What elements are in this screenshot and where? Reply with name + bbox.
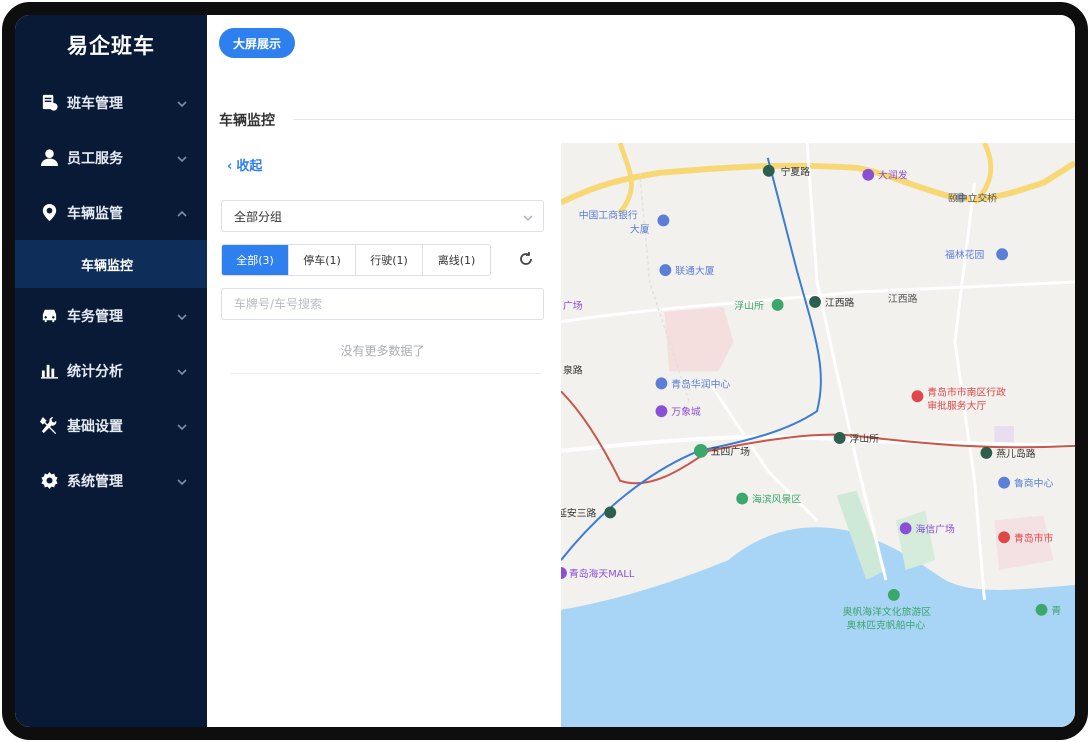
map-label: 广场 [563,299,583,312]
sidebar-item-label: 车辆监管 [67,205,123,222]
chevron-down-icon [177,310,187,320]
map-label: 五四广场 [711,445,750,458]
chevron-down-icon [177,97,187,107]
map-label: 泉路 [563,363,583,376]
map-label: 大润发 [878,169,908,182]
list-divider [231,373,541,374]
chevron-down-icon [177,152,187,162]
map-label: 鲁商中心 [1014,477,1053,490]
map-label: 青岛华润中心 [671,377,730,390]
gear-icon [39,471,59,491]
chevron-down-icon [523,212,533,226]
map-label: 颐中立交桥 [948,192,997,205]
location-pin-icon [39,203,59,223]
chevron-down-icon [177,365,187,375]
status-tabs: 全部(3) 停车(1) 行驶(1) 离线(1) [221,244,491,276]
map-label: 联通大厦 [675,264,714,277]
big-screen-button[interactable]: 大屏展示 [219,28,295,58]
wrench-icon [39,416,59,436]
screen: 易企班车 班车管理 员工服务 车辆监管 车辆监控 车务管理 统计分析 基础设置 … [15,15,1075,727]
chevron-down-icon [177,420,187,430]
user-icon [39,148,59,168]
map-label: 江西路 [888,292,918,305]
map-label: 延安三路 [561,506,597,519]
chevron-left-icon: ‹ [227,159,233,174]
map-label: 燕儿岛路 [996,447,1035,460]
map-label: 中国工商银行 [579,208,638,221]
group-select-value: 全部分组 [234,209,283,224]
sidebar-item-vehicle-supervision[interactable]: 车辆监管 [15,185,207,240]
map-label: 海信广场 [915,522,954,535]
status-tabs-row: 全部(3) 停车(1) 行驶(1) 离线(1) [221,244,551,276]
map-label: 大厦 [630,222,650,235]
collapse-label: 收起 [236,159,263,174]
map-label: 浮山所 [734,300,764,312]
sidebar-item-employee-service[interactable]: 员工服务 [15,130,207,185]
sidebar-item-label: 统计分析 [67,363,123,380]
map-label: 海滨风景区 [752,492,801,505]
car-icon [39,306,59,326]
map-canvas[interactable]: 宁夏路 大润发 中国工商银行 大厦 颐中立交桥 福林花园 联通大厦 广场 浮山所… [561,143,1075,727]
empty-list-text: 没有更多数据了 [340,344,425,358]
map-label: 青岛市市 [1014,531,1053,544]
map-label: 青 [1051,604,1061,617]
sidebar-item-label: 班车管理 [67,95,123,112]
map-label: 宁夏路 [781,165,811,178]
sidebar-item-fleet-management[interactable]: 车务管理 [15,288,207,343]
map-label: 奥帆海洋文化旅游区 [843,605,932,618]
map-label: 浮山所 [850,433,880,445]
sidebar-item-label: 系统管理 [67,473,123,490]
sidebar-item-system-management[interactable]: 系统管理 [15,453,207,508]
map-label: 江西路 [825,296,855,309]
sidebar: 易企班车 班车管理 员工服务 车辆监管 车辆监控 车务管理 统计分析 基础设置 … [15,15,207,727]
group-select[interactable]: 全部分组 [221,200,544,232]
bus-doc-icon [39,93,59,113]
sidebar-subitem-vehicle-monitoring[interactable]: 车辆监控 [15,240,207,288]
map-label: 审批服务大厅 [927,399,986,412]
collapse-button[interactable]: ‹ 收起 [227,155,551,174]
sidebar-item-label: 基础设置 [67,418,123,435]
map-label: 福林花园 [945,248,984,261]
sidebar-item-label: 员工服务 [67,150,123,167]
tab-all[interactable]: 全部(3) [222,245,289,275]
map-label: 万象城 [671,406,701,418]
tab-parked[interactable]: 停车(1) [289,245,356,275]
map-view[interactable]: 宁夏路 大润发 中国工商银行 大厦 颐中立交桥 福林花园 联通大厦 广场 浮山所… [561,143,1075,727]
sidebar-item-label: 车务管理 [67,308,123,325]
app-logo: 易企班车 [67,34,155,58]
chevron-up-icon [177,207,187,217]
main-content: 大屏展示 车辆监控 ‹ 收起 全部分组 全部(3) 停车(1) 行驶(1) 离线(… [207,15,1075,727]
tab-driving[interactable]: 行驶(1) [356,245,423,275]
device-frame: 易企班车 班车管理 员工服务 车辆监管 车辆监控 车务管理 统计分析 基础设置 … [2,2,1088,740]
refresh-icon[interactable] [518,251,536,269]
sidebar-item-basic-settings[interactable]: 基础设置 [15,398,207,453]
page-title: 车辆监控 [219,113,275,129]
bar-chart-icon [39,361,59,381]
vehicle-list-panel: ‹收起 全部分组 全部(3) 停车(1) 行驶(1) 离线(1) 没有更多数据了 [221,155,551,374]
map-label: 青岛海天MALL [569,567,635,580]
title-divider [293,119,1075,120]
tab-offline[interactable]: 离线(1) [423,245,490,275]
sidebar-item-statistics[interactable]: 统计分析 [15,343,207,398]
map-label: 青岛市市南区行政 [927,385,1006,398]
chevron-down-icon [177,475,187,485]
map-label: 奥林匹克帆船中心 [847,619,926,632]
sidebar-item-shuttle-management[interactable]: 班车管理 [15,75,207,130]
plate-search-input[interactable] [221,288,544,320]
